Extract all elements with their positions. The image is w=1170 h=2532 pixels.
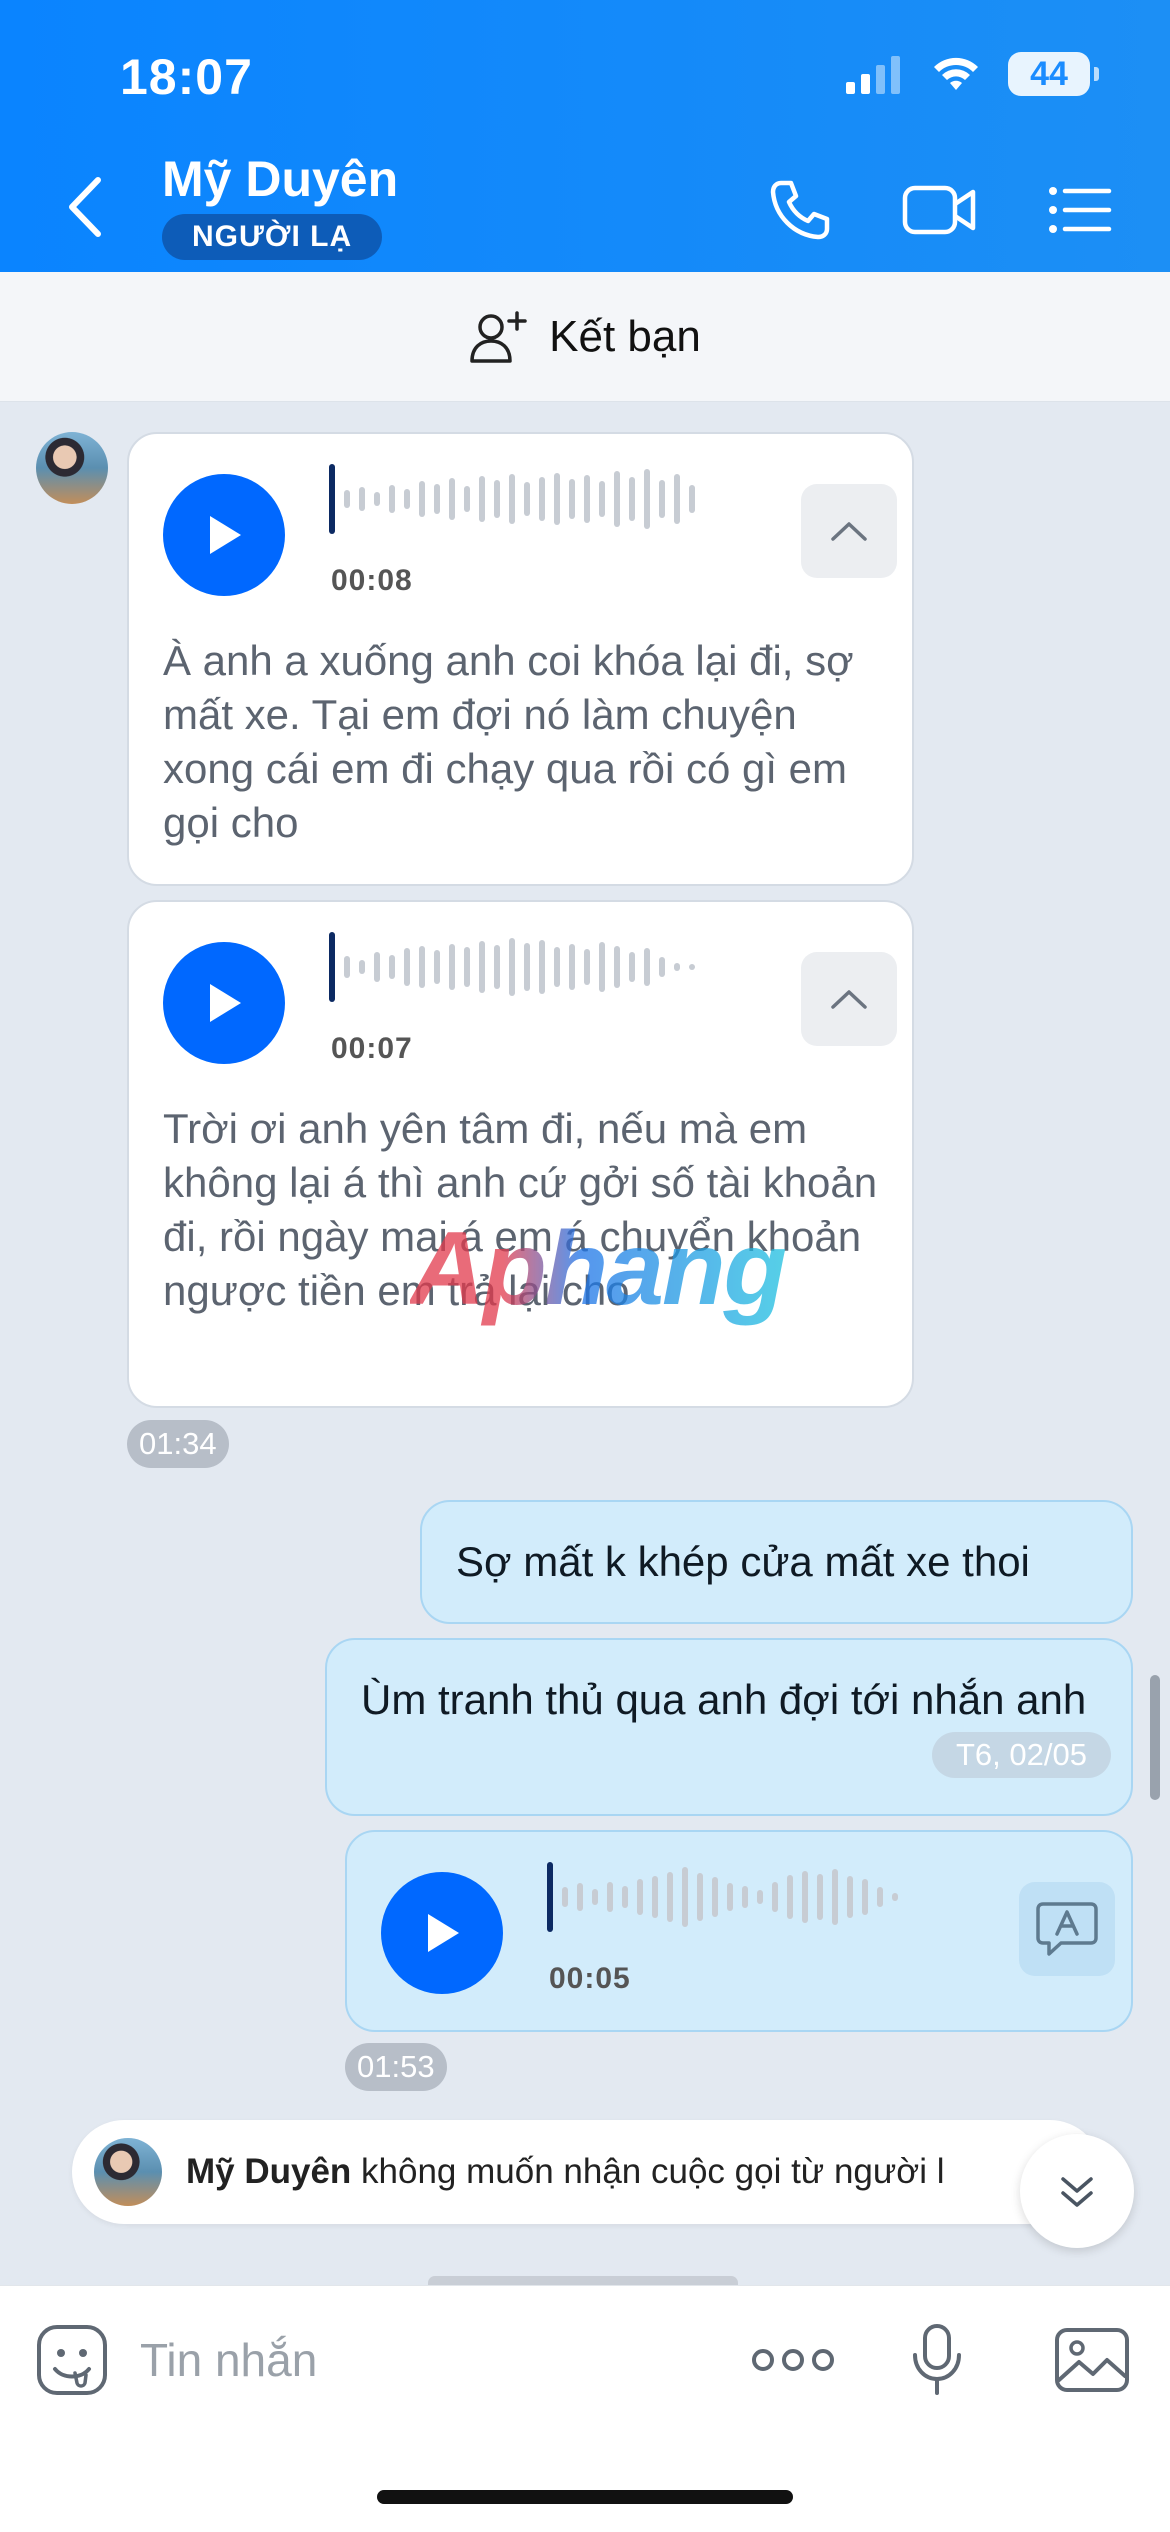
chevron-up-icon: [831, 990, 867, 1009]
video-call-button[interactable]: [900, 170, 980, 250]
microphone-icon: [913, 2324, 961, 2395]
speech-to-text-button[interactable]: [1019, 1882, 1115, 1976]
add-friend-label: Kết bạn: [549, 311, 701, 361]
battery-level: 44: [1030, 54, 1068, 93]
notice-avatar: [94, 2138, 162, 2206]
outgoing-message[interactable]: Ùm tranh thủ qua anh đợi tới nhắn anh T6…: [325, 1638, 1133, 1816]
date-chip: T6, 02/05: [932, 1732, 1111, 1778]
more-icon: [752, 2349, 834, 2371]
image-icon: [1055, 2328, 1129, 2392]
status-time: 18:07: [120, 49, 253, 105]
voice-duration: 00:05: [549, 1962, 631, 1995]
add-friend-icon: [470, 310, 527, 363]
voice-waveform[interactable]: [329, 464, 695, 534]
voice-transcript: À anh a xuống anh coi khóa lại đi, sợ mấ…: [163, 637, 854, 846]
sticker-button[interactable]: [30, 2318, 114, 2402]
speech-to-text-icon: [1036, 1902, 1098, 1956]
message-input[interactable]: [140, 2320, 700, 2400]
message-text: Ùm tranh thủ qua anh đợi tới nhắn anh: [361, 1676, 1087, 1723]
signal-icon: [846, 56, 900, 94]
collapse-transcript-button[interactable]: [801, 952, 897, 1046]
play-button[interactable]: [381, 1872, 503, 1994]
chevron-down-icon: [1061, 2177, 1093, 2207]
voice-waveform[interactable]: [547, 1862, 898, 1932]
play-icon: [210, 516, 241, 554]
sticker-icon: [37, 2325, 107, 2395]
voice-duration: 00:08: [331, 564, 413, 597]
home-indicator: [377, 2490, 793, 2504]
scroll-to-bottom-button[interactable]: [1020, 2134, 1134, 2248]
menu-list-icon: [1049, 187, 1112, 233]
notice-name: Mỹ Duyên: [186, 2152, 352, 2191]
stranger-badge: NGƯỜI LẠ: [162, 214, 383, 260]
back-icon: [69, 177, 101, 237]
message-time: 01:34: [127, 1420, 229, 1468]
add-friend-button[interactable]: Kết bạn: [0, 272, 1170, 402]
notice-text: Mỹ Duyên không muốn nhận cuộc gọi từ ngư…: [186, 2152, 945, 2192]
call-restriction-notice: Mỹ Duyên không muốn nhận cuộc gọi từ ngư…: [72, 2120, 1102, 2224]
voice-record-button[interactable]: [895, 2318, 979, 2402]
collapse-transcript-button[interactable]: [801, 484, 897, 578]
chevron-up-icon: [831, 522, 867, 541]
contact-avatar[interactable]: [36, 432, 108, 504]
play-button[interactable]: [163, 942, 285, 1064]
scrollbar[interactable]: [1150, 1675, 1160, 1800]
video-call-icon: [902, 185, 976, 235]
voice-message-incoming: 00:07 Trời ơi anh yên tâm đi, nếu mà em …: [127, 900, 914, 1408]
contact-name[interactable]: Mỹ Duyên: [162, 150, 398, 208]
voice-message-outgoing: 00:05: [345, 1830, 1133, 2032]
voice-message-incoming: 00:08 À anh a xuống anh coi khóa lại đi,…: [127, 432, 914, 886]
chat-header: 18:07 44 Mỹ Duyên NGƯỜI LẠ: [0, 0, 1170, 272]
image-picker-button[interactable]: [1050, 2318, 1134, 2402]
play-icon: [428, 1914, 459, 1952]
back-button[interactable]: [58, 172, 118, 242]
more-options-button[interactable]: [748, 2318, 838, 2402]
voice-transcript: Trời ơi anh yên tâm đi, nếu mà em không …: [163, 1105, 878, 1314]
wifi-icon: [934, 57, 978, 90]
play-icon: [210, 984, 241, 1022]
voice-waveform[interactable]: [329, 932, 695, 1002]
notice-message: không muốn nhận cuộc gọi từ người l: [351, 2152, 945, 2191]
phone-icon: [770, 180, 830, 240]
voice-call-button[interactable]: [760, 170, 840, 250]
battery-indicator: 44: [1008, 52, 1099, 96]
message-text: Sợ mất k khép cửa mất xe thoi: [456, 1538, 1030, 1585]
play-button[interactable]: [163, 474, 285, 596]
chat-menu-button[interactable]: [1040, 170, 1120, 250]
message-time: 01:53: [345, 2043, 447, 2091]
voice-duration: 00:07: [331, 1032, 413, 1065]
outgoing-message[interactable]: Sợ mất k khép cửa mất xe thoi: [420, 1500, 1133, 1624]
status-icons: 44: [844, 52, 1099, 96]
